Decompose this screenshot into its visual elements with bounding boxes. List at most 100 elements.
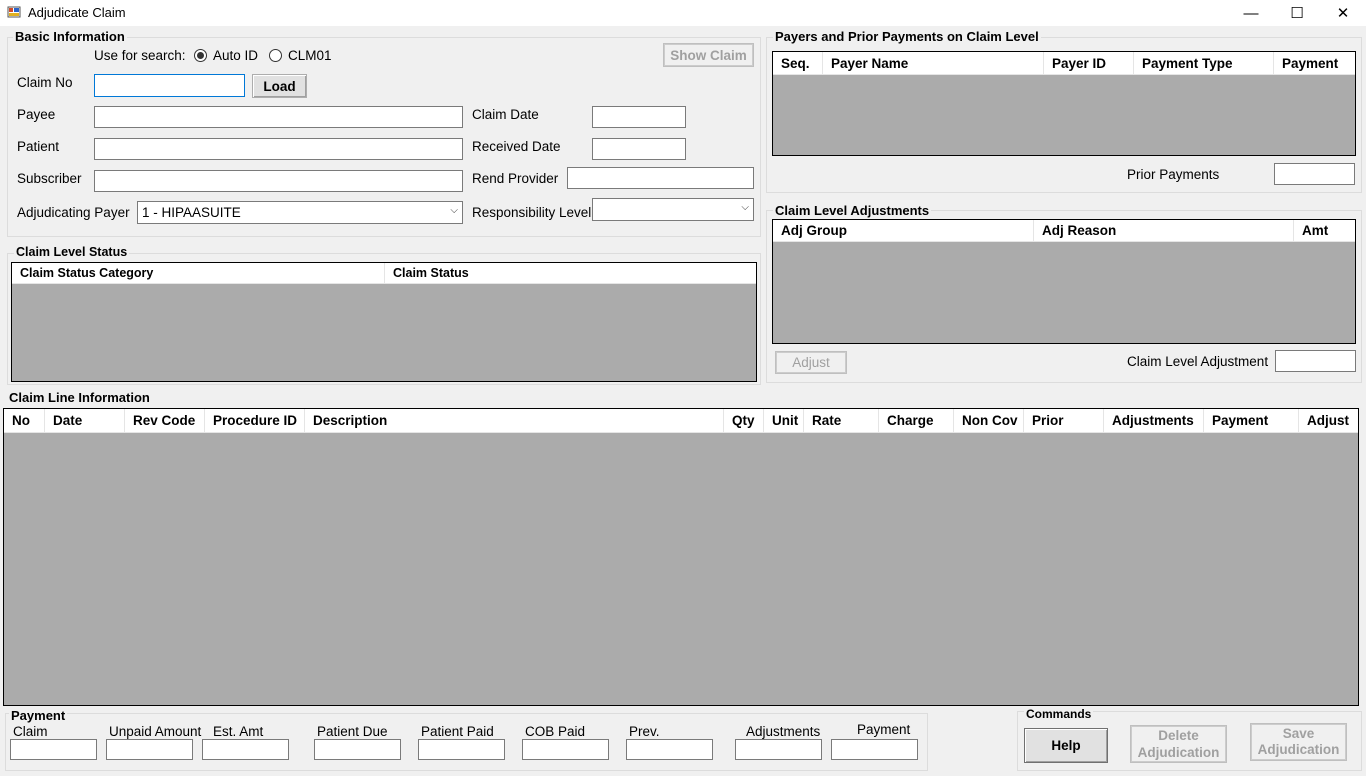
responsibility-level-select[interactable]: ⌵ bbox=[592, 198, 754, 221]
save-adjudication-button[interactable]: Save Adjudication bbox=[1250, 723, 1347, 761]
adjudicating-payer-value: 1 - HIPAASUITE bbox=[142, 205, 241, 220]
column-header[interactable]: Seq. bbox=[773, 52, 823, 74]
payment-payment-label: Payment bbox=[857, 722, 911, 737]
prior-payments-label: Prior Payments bbox=[1127, 167, 1220, 182]
payment-claim-label: Claim bbox=[13, 724, 48, 739]
column-header[interactable]: Payer ID bbox=[1044, 52, 1134, 74]
column-header[interactable]: Rate bbox=[804, 409, 879, 432]
maximize-button[interactable]: ☐ bbox=[1274, 0, 1320, 26]
column-header[interactable]: Qty bbox=[724, 409, 764, 432]
help-button[interactable]: Help bbox=[1024, 728, 1108, 763]
claim-level-status-title: Claim Level Status bbox=[14, 245, 130, 259]
subscriber-label: Subscriber bbox=[17, 171, 82, 186]
claim-adjustments-grid-header: Adj Group Adj Reason Amt bbox=[773, 220, 1355, 242]
title-bar bbox=[0, 0, 1366, 26]
payee-label: Payee bbox=[17, 107, 56, 122]
patient-paid-label: Patient Paid bbox=[421, 724, 494, 739]
column-header[interactable]: Prior bbox=[1024, 409, 1104, 432]
claim-no-label: Claim No bbox=[17, 75, 73, 90]
delete-adjudication-line2: Adjudication bbox=[1137, 745, 1220, 760]
payment-claim-input[interactable] bbox=[10, 739, 97, 760]
patient-label: Patient bbox=[17, 139, 60, 154]
adjust-button[interactable]: Adjust bbox=[775, 351, 847, 374]
column-header[interactable]: Amt bbox=[1294, 220, 1355, 241]
clm01-radio[interactable] bbox=[269, 49, 282, 62]
column-header[interactable]: Claim Status bbox=[385, 263, 756, 283]
column-header[interactable]: Payment bbox=[1204, 409, 1299, 432]
commands-title: Commands bbox=[1024, 707, 1094, 721]
payment-title: Payment bbox=[9, 708, 68, 723]
unpaid-amount-input[interactable] bbox=[106, 739, 193, 760]
patient-due-label: Patient Due bbox=[317, 724, 388, 739]
column-header[interactable]: Date bbox=[45, 409, 125, 432]
cob-paid-input[interactable] bbox=[522, 739, 609, 760]
payee-input[interactable] bbox=[94, 106, 463, 128]
est-amt-label: Est. Amt bbox=[213, 724, 264, 739]
column-header[interactable]: Description bbox=[305, 409, 724, 432]
claim-status-grid[interactable]: Claim Status Category Claim Status bbox=[11, 262, 757, 382]
save-adjudication-line2: Adjudication bbox=[1257, 742, 1340, 757]
delete-adjudication-button[interactable]: Delete Adjudication bbox=[1130, 725, 1227, 763]
column-header[interactable]: Unit bbox=[764, 409, 804, 432]
cob-paid-label: COB Paid bbox=[525, 724, 586, 739]
basic-information-title: Basic Information bbox=[13, 29, 127, 44]
column-header[interactable]: Adj Group bbox=[773, 220, 1034, 241]
prev-label: Prev. bbox=[629, 724, 660, 739]
column-header[interactable]: Adjust bbox=[1299, 409, 1358, 432]
payers-title: Payers and Prior Payments on Claim Level bbox=[773, 29, 1041, 44]
claim-level-adjustment-input[interactable] bbox=[1275, 350, 1356, 372]
column-header[interactable]: Non Cov bbox=[954, 409, 1024, 432]
est-amt-input[interactable] bbox=[202, 739, 289, 760]
column-header[interactable]: Charge bbox=[879, 409, 954, 432]
save-adjudication-line1: Save bbox=[1282, 726, 1315, 741]
responsibility-level-label: Responsibility Level bbox=[472, 205, 592, 220]
auto-id-radio[interactable] bbox=[194, 49, 207, 62]
unpaid-amount-label: Unpaid Amount bbox=[109, 724, 202, 739]
claim-date-input[interactable] bbox=[592, 106, 686, 128]
claim-date-label: Claim Date bbox=[472, 107, 539, 122]
payment-payment-input[interactable] bbox=[831, 739, 918, 760]
claim-lines-grid-header: No Date Rev Code Procedure ID Descriptio… bbox=[4, 409, 1358, 433]
close-button[interactable]: ✕ bbox=[1320, 0, 1366, 26]
column-header[interactable]: Payment Type bbox=[1134, 52, 1274, 74]
column-header[interactable]: Adjustments bbox=[1104, 409, 1204, 432]
clm01-label[interactable]: CLM01 bbox=[288, 48, 332, 63]
payment-adjustments-input[interactable] bbox=[735, 739, 822, 760]
minimize-button[interactable]: — bbox=[1228, 0, 1274, 26]
patient-due-input[interactable] bbox=[314, 739, 401, 760]
payment-adjustments-label: Adjustments bbox=[746, 724, 821, 739]
claim-lines-grid[interactable]: No Date Rev Code Procedure ID Descriptio… bbox=[3, 408, 1359, 706]
window-title: Adjudicate Claim bbox=[28, 5, 126, 20]
prev-input[interactable] bbox=[626, 739, 713, 760]
chevron-down-icon: ⌵ bbox=[741, 202, 749, 213]
column-header[interactable]: Procedure ID bbox=[205, 409, 305, 432]
column-header[interactable]: Claim Status Category bbox=[12, 263, 385, 283]
claim-no-input[interactable] bbox=[94, 74, 245, 97]
claim-status-grid-header: Claim Status Category Claim Status bbox=[12, 263, 756, 284]
column-header[interactable]: Adj Reason bbox=[1034, 220, 1294, 241]
use-for-search-label: Use for search: bbox=[94, 48, 186, 63]
auto-id-label[interactable]: Auto ID bbox=[213, 48, 258, 63]
subscriber-input[interactable] bbox=[94, 170, 463, 192]
claim-level-adjustment-label: Claim Level Adjustment bbox=[1127, 354, 1269, 369]
show-claim-button[interactable]: Show Claim bbox=[663, 43, 754, 67]
chevron-down-icon: ⌵ bbox=[450, 205, 458, 216]
load-button[interactable]: Load bbox=[252, 74, 307, 98]
rend-provider-label: Rend Provider bbox=[472, 171, 559, 186]
column-header[interactable]: Payer Name bbox=[823, 52, 1044, 74]
patient-input[interactable] bbox=[94, 138, 463, 160]
patient-paid-input[interactable] bbox=[418, 739, 505, 760]
received-date-input[interactable] bbox=[592, 138, 686, 160]
column-header[interactable]: No bbox=[4, 409, 45, 432]
claim-adjustments-grid[interactable]: Adj Group Adj Reason Amt bbox=[772, 219, 1356, 344]
adjudicating-payer-select[interactable]: 1 - HIPAASUITE ⌵ bbox=[137, 201, 463, 224]
column-header[interactable]: Rev Code bbox=[125, 409, 205, 432]
adjudicating-payer-label: Adjudicating Payer bbox=[17, 205, 130, 220]
payers-grid[interactable]: Seq. Payer Name Payer ID Payment Type Pa… bbox=[772, 51, 1356, 156]
claim-adjustments-title: Claim Level Adjustments bbox=[773, 203, 932, 218]
column-header[interactable]: Payment bbox=[1274, 52, 1355, 74]
claim-line-title: Claim Line Information bbox=[7, 390, 152, 405]
rend-provider-input[interactable] bbox=[567, 167, 754, 189]
app-icon bbox=[7, 6, 21, 18]
prior-payments-input[interactable] bbox=[1274, 163, 1355, 185]
